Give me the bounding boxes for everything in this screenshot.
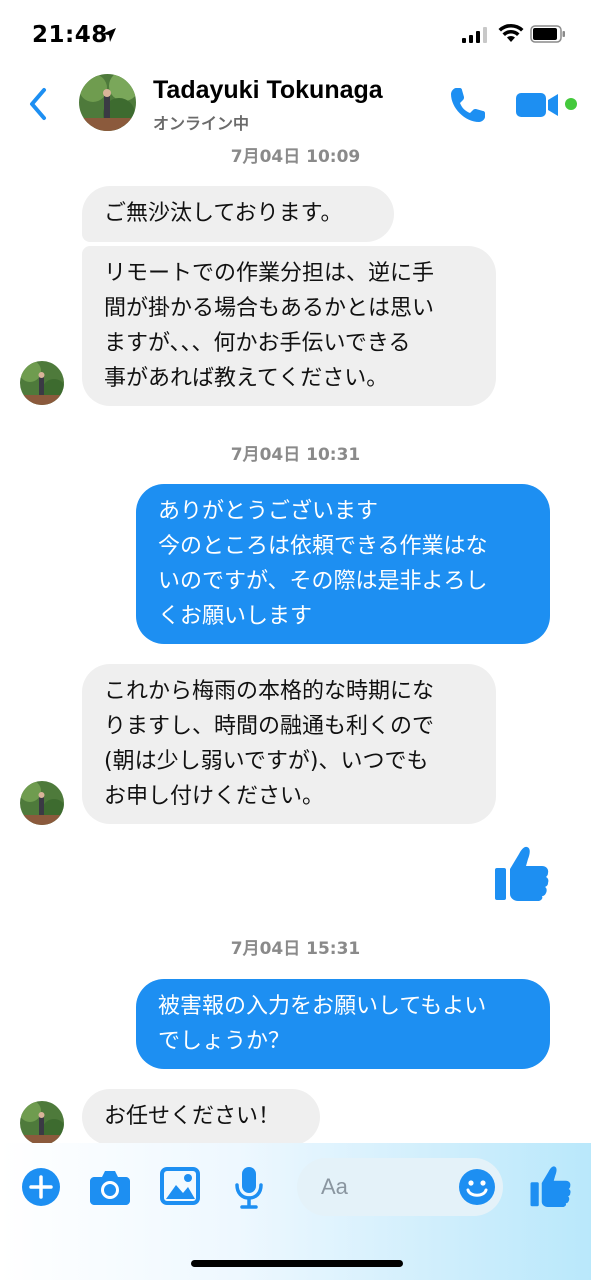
phone-call-icon[interactable] (447, 84, 489, 126)
contact-online-status: オンライン中 (153, 114, 250, 133)
conversation-header: Tadayuki Tokunaga オンライン中 (0, 62, 591, 142)
incoming-message-bubble[interactable]: リモートでの作業分担は、逆に手 間が掛かる場合もあるかとは思い ますが、、、何か… (82, 246, 496, 406)
cellular-signal-icon (462, 27, 487, 43)
camera-icon[interactable] (89, 1168, 131, 1206)
incoming-message-bubble[interactable]: お任せください！ (82, 1089, 320, 1145)
battery-icon (530, 25, 565, 43)
location-arrow-icon (102, 28, 116, 42)
contact-avatar-small (20, 781, 64, 825)
microphone-icon[interactable] (234, 1165, 264, 1209)
outgoing-message-bubble[interactable]: 被害報の入力をお願いしてもよい でしょうか？ (136, 979, 550, 1069)
message-timestamp: 7月04日 10:31 (230, 445, 361, 465)
online-indicator (565, 98, 577, 110)
incoming-message-bubble[interactable]: ご無沙汰しております。 (82, 186, 394, 242)
contact-name: Tadayuki Tokunaga (153, 76, 383, 104)
back-chevron-icon[interactable] (24, 84, 54, 124)
thumbs-up-icon[interactable] (529, 1164, 571, 1208)
status-time: 21:48 (32, 22, 108, 48)
contact-avatar[interactable] (79, 74, 136, 131)
wifi-icon (498, 23, 524, 42)
image-icon[interactable] (160, 1167, 200, 1205)
plus-icon[interactable] (21, 1167, 61, 1207)
incoming-message-bubble[interactable]: これから梅雨の本格的な時期にな りますし、時間の融通も利くので (朝は少し弱いで… (82, 664, 496, 824)
contact-avatar-small (20, 361, 64, 405)
contact-avatar-small (20, 1101, 64, 1145)
thumbs-up-icon[interactable] (493, 844, 549, 902)
home-indicator[interactable] (191, 1260, 403, 1267)
message-input-placeholder: Aa (321, 1174, 348, 1199)
outgoing-message-bubble[interactable]: ありがとうございます 今のところは依頼できる作業はな いのですが、その際は是非よ… (136, 484, 550, 644)
emoji-icon[interactable] (458, 1168, 496, 1206)
message-timestamp: 7月04日 10:09 (230, 147, 361, 167)
video-call-icon[interactable] (514, 88, 560, 122)
message-timestamp: 7月04日 15:31 (230, 939, 361, 959)
status-bar: 21:48 (0, 0, 591, 62)
message-input[interactable]: Aa (297, 1158, 503, 1216)
